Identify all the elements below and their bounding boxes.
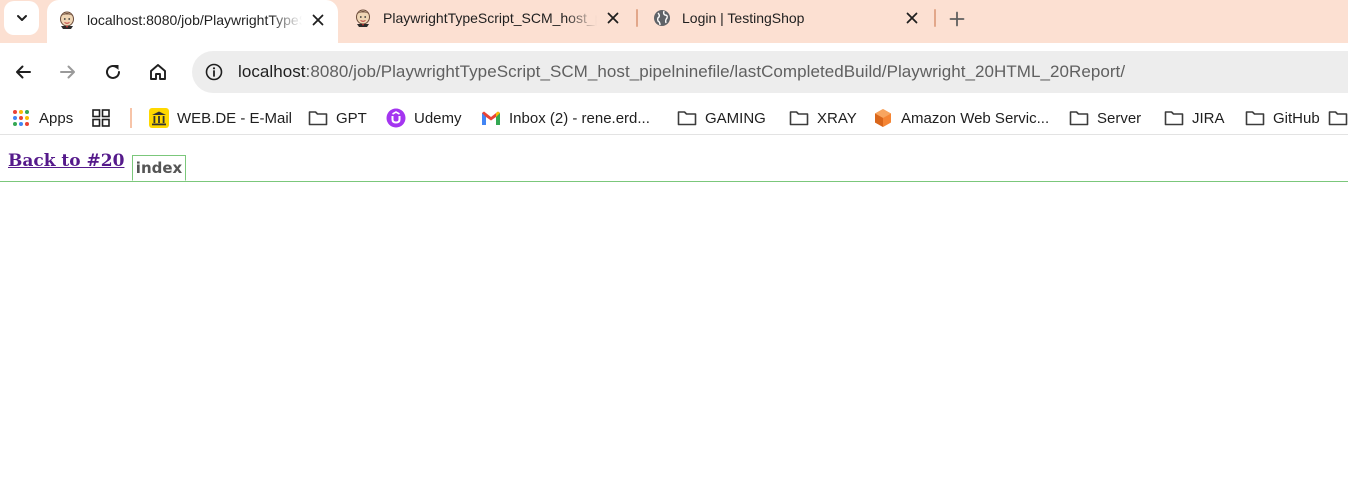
close-icon[interactable] [603, 8, 623, 28]
url-host: localhost [238, 62, 306, 81]
bookmark-gmail[interactable]: Inbox (2) - rene.erd... [481, 106, 650, 130]
bookmarks-divider [130, 108, 132, 128]
gmail-icon [481, 108, 501, 128]
bookmark-apps[interactable]: Apps [11, 106, 73, 130]
home-icon [150, 64, 166, 80]
bookmark-label: GitHub [1273, 109, 1320, 127]
tab-strip: localhost:8080/job/PlaywrightTypeScript_… [0, 0, 1348, 43]
folder-icon [308, 108, 328, 128]
bookmark-aws[interactable]: Amazon Web Servic... [873, 106, 1049, 130]
home-button[interactable] [143, 57, 173, 87]
browser-toolbar: localhost:8080/job/PlaywrightTypeScript_… [0, 43, 1348, 101]
arrow-right-icon [60, 65, 75, 79]
tab-separator [934, 9, 936, 27]
tab-search-button[interactable] [4, 1, 39, 35]
bookmark-folder-gpt[interactable]: GPT [308, 106, 367, 130]
close-icon[interactable] [308, 10, 328, 30]
apps-grid-icon [11, 108, 31, 128]
tab-jenkins-job[interactable]: PlaywrightTypeScript_SCM_host_pipelninef… [343, 0, 633, 36]
back-to-build-link[interactable]: Back to #20 [8, 151, 124, 171]
tab-title: PlaywrightTypeScript_SCM_host_pipelninef… [383, 10, 597, 26]
close-icon[interactable] [902, 8, 922, 28]
address-bar[interactable]: localhost:8080/job/PlaywrightTypeScript_… [192, 51, 1348, 93]
bookmark-label: Amazon Web Servic... [901, 109, 1050, 127]
bookmark-label: XRAY [817, 109, 857, 127]
bookmark-folder-gaming[interactable]: GAMING [677, 106, 766, 130]
url-text: localhost:8080/job/PlaywrightTypeScript_… [238, 62, 1125, 82]
bookmark-label: Inbox (2) - rene.erd... [509, 109, 650, 127]
folder-icon [789, 108, 809, 128]
bookmark-label: WEB.DE - E-Mail [177, 109, 293, 127]
folder-icon [677, 108, 697, 128]
bookmarks-bar: Apps WEB.DE - E-Mail GPT Udemy Inbox (2)… [0, 101, 1348, 135]
new-tab-button[interactable] [945, 7, 969, 31]
reload-icon [106, 64, 120, 79]
back-button[interactable] [8, 57, 38, 87]
tab-separator [636, 9, 638, 27]
bookmark-webde[interactable]: WEB.DE - E-Mail [149, 106, 292, 130]
arrow-left-icon [16, 65, 31, 79]
jenkins-favicon [353, 8, 373, 28]
bookmark-udemy[interactable]: Udemy [386, 106, 462, 130]
tab-title: localhost:8080/job/PlaywrightTypeScript_… [87, 11, 302, 28]
url-path: :8080/job/PlaywrightTypeScript_SCM_host_… [305, 62, 1126, 81]
bookmark-folder-jira[interactable]: JIRA [1164, 106, 1225, 130]
reload-button[interactable] [98, 57, 128, 87]
folder-icon [1245, 108, 1265, 128]
bookmark-label: JIRA [1192, 109, 1225, 127]
folder-icon [1328, 108, 1348, 128]
bookmark-label: Server [1097, 109, 1142, 127]
udemy-icon [386, 108, 406, 128]
bookmark-folder-server[interactable]: Server [1069, 106, 1141, 130]
webde-icon [149, 108, 169, 128]
bookmark-folder-xray[interactable]: XRAY [789, 106, 857, 130]
bookmark-label: Udemy [414, 109, 462, 127]
tab-title: Login | TestingShop [682, 10, 805, 26]
bookmark-label: Apps [39, 109, 74, 127]
aws-icon [873, 108, 893, 128]
globe-icon [652, 8, 672, 28]
bookmark-label: GPT [336, 109, 367, 127]
tab-jenkins-report[interactable]: localhost:8080/job/PlaywrightTypeScript_… [47, 0, 338, 43]
tab-groups-icon [91, 108, 111, 128]
jenkins-favicon [57, 10, 77, 30]
report-tab-border [0, 181, 1348, 182]
report-tab-index[interactable]: index [132, 155, 186, 181]
bookmark-label: GAMING [705, 109, 766, 127]
forward-button[interactable] [53, 57, 83, 87]
tab-login-testingshop[interactable]: Login | TestingShop [642, 0, 932, 36]
plus-icon [949, 11, 965, 27]
bookmark-tab-groups[interactable] [91, 106, 119, 130]
chevron-down-icon [16, 15, 27, 21]
bookmark-folder-github[interactable]: GitHub [1245, 106, 1320, 130]
folder-icon [1164, 108, 1184, 128]
folder-icon [1069, 108, 1089, 128]
site-info-icon[interactable] [202, 60, 226, 84]
page-content: Back to #20 index [0, 144, 1348, 498]
bookmark-overflow-folder[interactable] [1328, 106, 1348, 130]
